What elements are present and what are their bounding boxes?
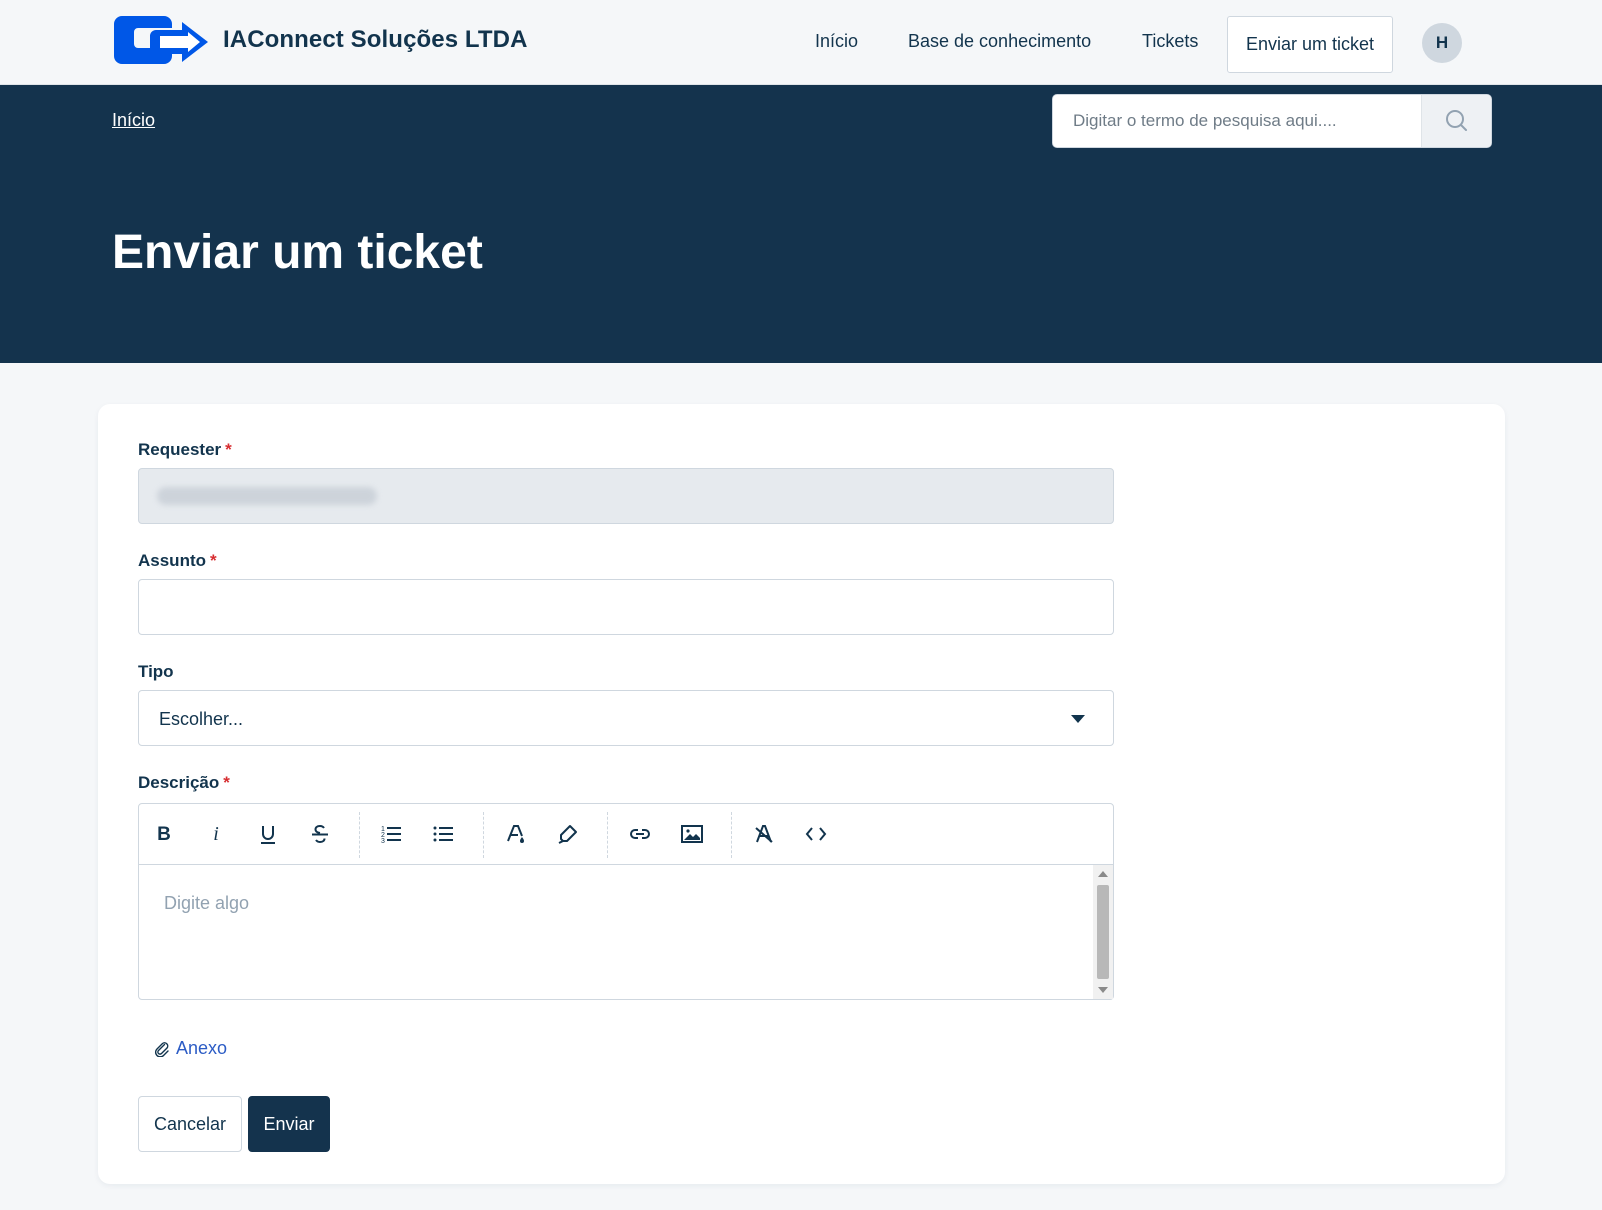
toolbar-separator xyxy=(607,812,608,858)
description-textarea[interactable]: Digite algo xyxy=(139,865,1089,999)
required-asterisk: * xyxy=(210,551,217,570)
toolbar-separator xyxy=(731,812,732,858)
highlight-icon[interactable] xyxy=(551,817,585,851)
strikethrough-icon[interactable] xyxy=(303,817,337,851)
description-placeholder: Digite algo xyxy=(164,893,250,913)
hero-banner: Início Enviar um ticket xyxy=(0,85,1602,363)
svg-text:3: 3 xyxy=(381,838,385,845)
svg-text:i: i xyxy=(213,823,219,845)
toolbar-separator xyxy=(359,812,360,858)
brand-logo[interactable] xyxy=(112,12,214,72)
type-select-value: Escolher... xyxy=(159,709,244,729)
nav-tickets[interactable]: Tickets xyxy=(1142,31,1198,52)
brand-name[interactable]: IAConnect Soluções LTDA xyxy=(223,26,528,54)
underline-icon[interactable] xyxy=(251,817,285,851)
page-title: Enviar um ticket xyxy=(112,226,483,279)
code-view-icon[interactable] xyxy=(799,817,833,851)
breadcrumb-inicio[interactable]: Início xyxy=(112,110,155,131)
requester-field xyxy=(138,468,1114,524)
chevron-down-icon xyxy=(1071,715,1085,723)
search-button[interactable] xyxy=(1421,95,1491,147)
toolbar-separator xyxy=(483,812,484,858)
link-icon[interactable] xyxy=(623,817,657,851)
required-asterisk: * xyxy=(223,773,230,792)
description-editor: B i 123 Digite algo xyxy=(138,803,1114,1000)
search-icon xyxy=(1446,110,1467,131)
clear-format-icon[interactable] xyxy=(747,817,781,851)
subject-field xyxy=(138,579,1114,635)
attachment-label[interactable]: Anexo xyxy=(176,1038,227,1059)
bold-icon[interactable]: B xyxy=(147,817,181,851)
nav-base-de-conhecimento[interactable]: Base de conhecimento xyxy=(908,31,1091,52)
cancel-button[interactable]: Cancelar xyxy=(138,1096,242,1152)
ordered-list-icon[interactable]: 123 xyxy=(374,817,408,851)
top-navigation-bar: IAConnect Soluções LTDA Início Base de c… xyxy=(0,0,1602,85)
scroll-down-arrow-icon[interactable] xyxy=(1098,987,1108,993)
svg-text:B: B xyxy=(157,824,171,845)
description-label: Descrição * xyxy=(138,773,230,792)
text-color-icon[interactable] xyxy=(499,817,533,851)
image-icon[interactable] xyxy=(675,817,709,851)
editor-scrollbar[interactable] xyxy=(1093,865,1113,999)
bullet-list-icon[interactable] xyxy=(426,817,460,851)
scrollbar-thumb[interactable] xyxy=(1097,885,1109,979)
subject-input[interactable] xyxy=(139,580,1113,634)
type-select[interactable]: Escolher... xyxy=(138,690,1114,746)
italic-icon[interactable]: i xyxy=(199,817,233,851)
requester-label: Requester * xyxy=(138,440,232,459)
paperclip-icon xyxy=(154,1041,169,1057)
ticket-form-card: Requester * Assunto * Tipo Escolher... Des… xyxy=(98,404,1505,1184)
attachment-link[interactable]: Anexo xyxy=(154,1038,227,1059)
required-asterisk: * xyxy=(225,440,232,459)
user-avatar[interactable]: H xyxy=(1422,23,1462,63)
search-input[interactable] xyxy=(1053,95,1423,147)
search-box xyxy=(1052,94,1492,148)
editor-toolbar: B i 123 xyxy=(139,804,1113,865)
requester-value-redacted xyxy=(157,487,377,505)
submit-ticket-nav-button[interactable]: Enviar um ticket xyxy=(1227,16,1393,73)
submit-button[interactable]: Enviar xyxy=(248,1096,330,1152)
subject-label: Assunto * xyxy=(138,551,217,570)
type-label: Tipo xyxy=(138,662,174,681)
nav-inicio[interactable]: Início xyxy=(815,31,858,52)
scroll-up-arrow-icon[interactable] xyxy=(1098,871,1108,877)
